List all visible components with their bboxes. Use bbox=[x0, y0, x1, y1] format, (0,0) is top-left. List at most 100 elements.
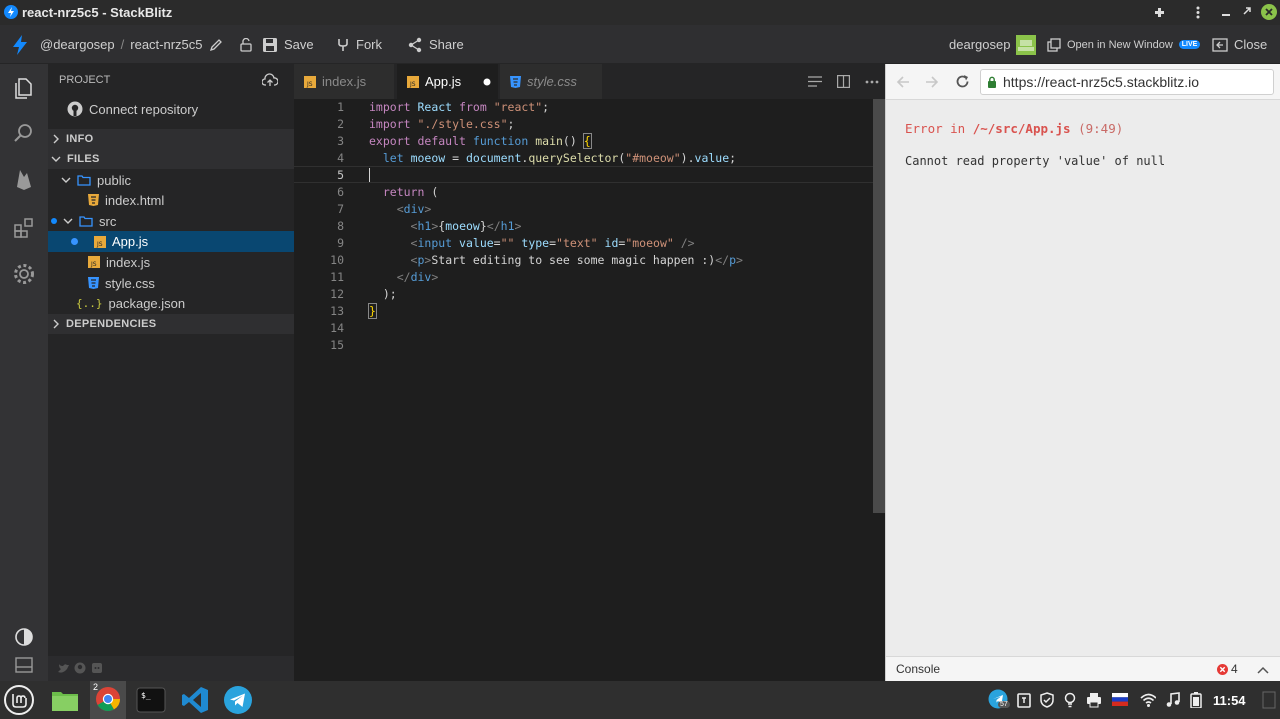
breadcrumb-user[interactable]: @deargosep bbox=[40, 37, 115, 52]
vscode-icon[interactable] bbox=[180, 685, 210, 715]
toolbar: @deargosep / react-nrz5c5 Save Fork Shar… bbox=[0, 25, 1280, 64]
code-line-9: <input value="" type="text" id="moeow" /… bbox=[410, 236, 695, 250]
search-icon[interactable] bbox=[12, 121, 36, 145]
user-menu[interactable]: deargosep bbox=[949, 25, 1037, 64]
clipboard-icon[interactable] bbox=[1016, 692, 1032, 708]
files-icon[interactable] bbox=[12, 76, 36, 100]
window-title: react-nrz5c5 - StackBlitz bbox=[22, 5, 173, 20]
telegram-tray[interactable]: 57 bbox=[988, 689, 1010, 711]
extensions-icon[interactable] bbox=[1152, 5, 1167, 20]
console-bar[interactable]: Console 4 bbox=[886, 656, 1280, 681]
layout-icon[interactable] bbox=[15, 657, 39, 681]
more-horizontal-icon[interactable] bbox=[865, 80, 879, 84]
code-editor[interactable]: 1 2 3 4 5 6 7 8 9 10 11 12 13 14 15 import React from … bbox=[294, 99, 873, 681]
js-file-icon: JS bbox=[304, 75, 316, 88]
sidebar-footer bbox=[48, 656, 294, 681]
terminal-icon[interactable]: $_ bbox=[136, 685, 166, 715]
chrome-taskbar-item[interactable]: 2 bbox=[90, 681, 126, 719]
clock[interactable]: 11:54 bbox=[1213, 693, 1246, 708]
svg-text:JS: JS bbox=[96, 241, 103, 248]
files-section-header[interactable]: FILES bbox=[48, 149, 294, 169]
html-file-icon bbox=[88, 194, 99, 206]
breadcrumb-project[interactable]: react-nrz5c5 bbox=[130, 37, 202, 52]
breadcrumb-separator: / bbox=[120, 37, 125, 52]
file-style-css[interactable]: style.css bbox=[48, 273, 294, 293]
line-number: 12 bbox=[330, 287, 344, 301]
line-number: 1 bbox=[337, 100, 344, 114]
telegram-icon[interactable] bbox=[223, 685, 253, 715]
close-window-icon[interactable] bbox=[1261, 4, 1277, 20]
twitter-icon[interactable] bbox=[58, 663, 70, 674]
back-arrow-icon[interactable] bbox=[896, 75, 910, 89]
line-number: 5 bbox=[337, 168, 344, 182]
editor-tabs: JS index.js JS App.js style.css bbox=[294, 64, 885, 99]
share-button[interactable]: Share bbox=[407, 25, 464, 64]
chevron-up-icon[interactable] bbox=[1257, 666, 1269, 674]
connect-repository-button[interactable]: Connect repository bbox=[48, 99, 294, 119]
dependencies-section-header[interactable]: DEPENDENCIES bbox=[48, 314, 294, 334]
settings-gear-icon[interactable] bbox=[12, 262, 36, 286]
forward-arrow-icon[interactable] bbox=[925, 75, 939, 89]
refresh-icon[interactable] bbox=[955, 74, 970, 89]
github-small-icon[interactable] bbox=[74, 662, 86, 674]
line-number: 9 bbox=[337, 236, 344, 250]
file-index-js[interactable]: JS index.js bbox=[48, 252, 294, 272]
lightbulb-icon[interactable] bbox=[1062, 692, 1078, 708]
activity-bar bbox=[0, 64, 48, 681]
theme-toggle-icon[interactable] bbox=[14, 627, 38, 651]
stackblitz-bolt-icon[interactable] bbox=[12, 35, 28, 55]
os-taskbar: 2 $_ 57 11:54 bbox=[0, 681, 1280, 719]
tab-style-css[interactable]: style.css bbox=[500, 64, 602, 99]
chevron-right-icon bbox=[53, 134, 59, 144]
file-app-js[interactable]: JS App.js bbox=[48, 231, 294, 252]
open-new-window-button[interactable]: Open in New Window LIVE bbox=[1047, 25, 1201, 64]
line-number: 2 bbox=[337, 117, 344, 131]
pencil-icon[interactable] bbox=[209, 38, 223, 52]
minimize-icon[interactable] bbox=[1222, 8, 1230, 16]
maximize-icon[interactable] bbox=[1242, 6, 1252, 16]
split-editor-icon[interactable] bbox=[837, 75, 850, 88]
show-desktop-icon[interactable] bbox=[1262, 691, 1276, 709]
unlock-icon[interactable] bbox=[239, 37, 253, 52]
folder-public[interactable]: public bbox=[48, 170, 294, 190]
outline-icon[interactable] bbox=[808, 76, 822, 87]
save-icon bbox=[263, 37, 277, 52]
shield-icon[interactable] bbox=[1039, 692, 1055, 708]
folder-src[interactable]: src bbox=[48, 211, 294, 231]
chevron-down-icon bbox=[61, 177, 71, 183]
code-line-10: <p>Start editing to see some magic happe… bbox=[410, 253, 743, 267]
telegram-unread-count: 57 bbox=[998, 701, 1010, 708]
printer-icon[interactable] bbox=[1086, 692, 1102, 708]
lock-icon bbox=[988, 76, 996, 88]
wifi-icon[interactable] bbox=[1140, 692, 1156, 708]
line-number: 8 bbox=[337, 219, 344, 233]
console-label: Console bbox=[896, 662, 941, 676]
keyboard-layout-flag-icon[interactable] bbox=[1112, 693, 1128, 709]
file-manager-icon[interactable] bbox=[50, 685, 80, 715]
error-path: /~/src/App.js bbox=[972, 121, 1071, 136]
svg-text:JS: JS bbox=[90, 261, 97, 268]
close-preview-button[interactable]: Close bbox=[1212, 25, 1267, 64]
code-line-1: import React from "react"; bbox=[369, 100, 550, 114]
info-section-header[interactable]: INFO bbox=[48, 129, 294, 149]
save-button[interactable]: Save bbox=[262, 25, 314, 64]
unsaved-dot-icon[interactable] bbox=[483, 78, 491, 86]
file-package-json[interactable]: {..} package.json bbox=[48, 293, 294, 313]
mint-menu-icon[interactable] bbox=[4, 685, 34, 715]
modified-dot-icon bbox=[71, 238, 78, 245]
music-note-icon[interactable] bbox=[1165, 692, 1181, 708]
discord-icon[interactable] bbox=[91, 662, 103, 674]
code-line-7: <div> bbox=[396, 202, 432, 216]
tab-index-js[interactable]: JS index.js bbox=[294, 64, 394, 99]
battery-icon[interactable] bbox=[1190, 692, 1206, 708]
preview-url-field[interactable]: https://react-nrz5c5.stackblitz.io bbox=[980, 69, 1274, 95]
more-vertical-icon[interactable] bbox=[1194, 5, 1202, 20]
cloud-upload-icon[interactable] bbox=[262, 73, 278, 87]
editor-scrollbar-thumb[interactable] bbox=[873, 99, 885, 513]
tab-app-js[interactable]: JS App.js bbox=[397, 64, 498, 99]
fork-button[interactable]: Fork bbox=[336, 25, 382, 64]
file-index-html[interactable]: index.html bbox=[48, 190, 294, 210]
extensions-panel-icon[interactable] bbox=[12, 215, 36, 239]
firebase-icon[interactable] bbox=[12, 167, 36, 191]
line-number: 3 bbox=[337, 134, 344, 148]
